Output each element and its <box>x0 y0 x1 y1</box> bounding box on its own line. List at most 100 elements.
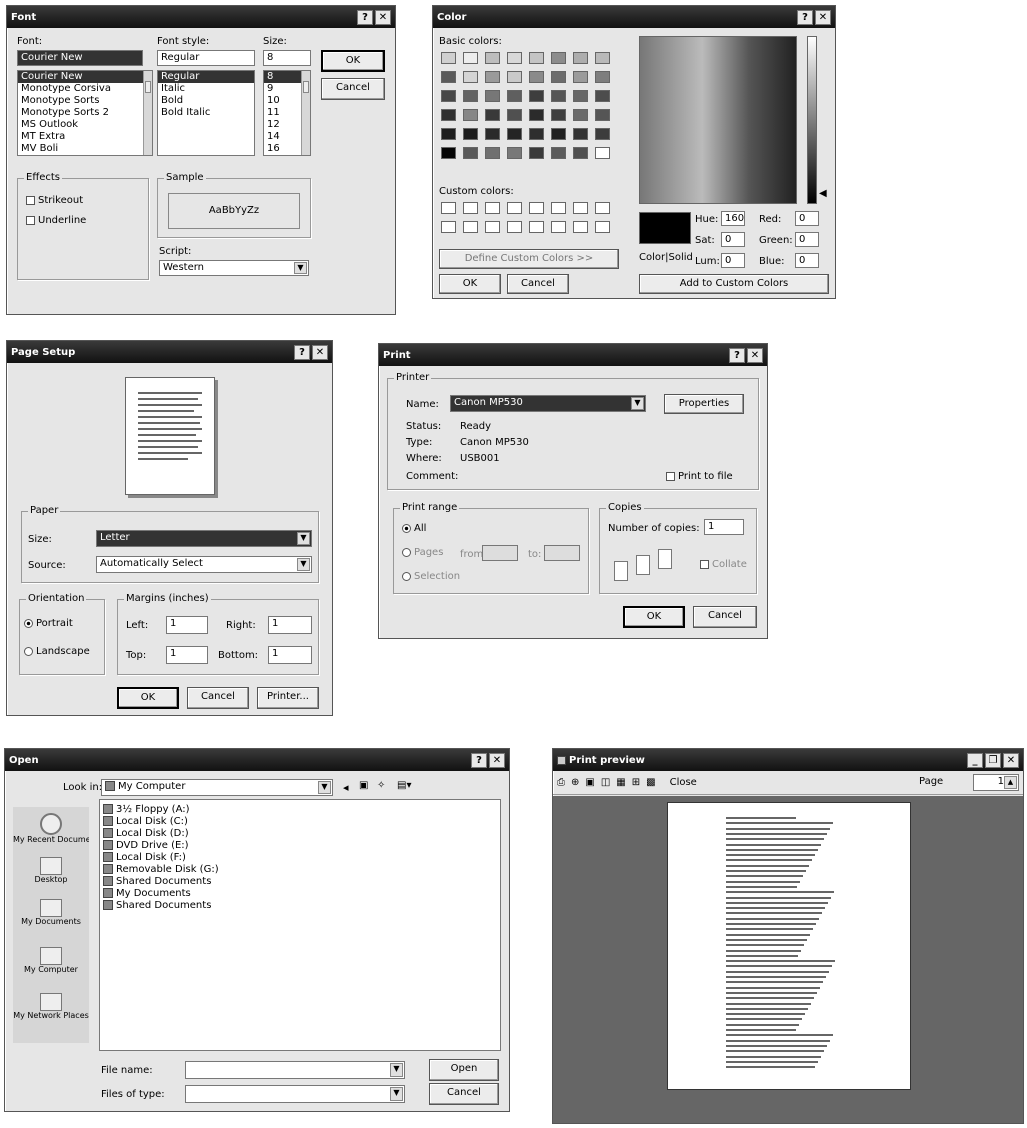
color-swatch[interactable] <box>529 128 544 140</box>
color-swatch[interactable] <box>463 109 478 121</box>
close-preview-button[interactable]: Close <box>670 777 697 788</box>
font-style-list[interactable]: Regular Italic Bold Bold Italic <box>157 70 255 156</box>
color-swatch[interactable] <box>573 71 588 83</box>
custom-color-slot[interactable] <box>441 221 456 233</box>
color-swatch[interactable] <box>441 71 456 83</box>
color-swatch[interactable] <box>529 109 544 121</box>
color-swatch[interactable] <box>485 147 500 159</box>
font-list-item[interactable]: Courier New <box>18 71 152 83</box>
places-my-documents[interactable]: My Documents <box>13 899 89 926</box>
custom-color-slot[interactable] <box>507 202 522 214</box>
copies-input[interactable]: 1 <box>704 519 744 535</box>
color-swatch[interactable] <box>507 128 522 140</box>
close-icon[interactable]: ✕ <box>375 9 391 25</box>
new-folder-icon[interactable]: ✧ <box>377 780 385 791</box>
places-my-computer[interactable]: My Computer <box>13 947 89 974</box>
luminance-arrow-icon[interactable]: ◀ <box>819 188 827 199</box>
lum-input[interactable]: 0 <box>721 253 745 268</box>
font-style-input[interactable]: Regular <box>157 50 255 66</box>
help-icon[interactable]: ? <box>294 344 310 360</box>
color-swatch[interactable] <box>595 128 610 140</box>
file-list-item[interactable]: DVD Drive (E:) <box>100 840 500 852</box>
script-select[interactable]: Western ▼ <box>159 260 309 276</box>
color-swatch[interactable] <box>551 71 566 83</box>
color-swatch[interactable] <box>595 90 610 102</box>
files-of-type-select[interactable]: ▼ <box>185 1085 405 1103</box>
paper-source-select[interactable]: Automatically Select ▼ <box>96 556 312 573</box>
back-icon[interactable]: ◂ <box>343 781 349 794</box>
font-list[interactable]: Courier New Monotype Corsiva Monotype So… <box>17 70 153 156</box>
close-icon[interactable]: ✕ <box>489 752 505 768</box>
printer-name-select[interactable]: Canon MP530 ▼ <box>450 395 646 412</box>
paper-size-select[interactable]: Letter ▼ <box>96 530 312 547</box>
print-icon[interactable]: ⎙ <box>557 777 565 788</box>
color-swatch[interactable] <box>529 52 544 64</box>
custom-color-slot[interactable] <box>551 202 566 214</box>
custom-color-slot[interactable] <box>507 221 522 233</box>
open-button[interactable]: Open <box>429 1059 499 1081</box>
close-icon[interactable]: ✕ <box>312 344 328 360</box>
custom-color-slot[interactable] <box>595 202 610 214</box>
red-input[interactable]: 0 <box>795 211 819 226</box>
places-desktop[interactable]: Desktop <box>13 857 89 884</box>
color-swatch[interactable] <box>507 90 522 102</box>
underline-checkbox[interactable]: Underline <box>26 215 86 226</box>
views-menu-icon[interactable]: ▤▾ <box>397 780 411 791</box>
pages-radio[interactable]: Pages <box>402 547 443 558</box>
color-swatch[interactable] <box>463 90 478 102</box>
color-swatch[interactable] <box>441 90 456 102</box>
color-swatch[interactable] <box>573 52 588 64</box>
custom-color-slot[interactable] <box>463 202 478 214</box>
define-custom-colors-button[interactable]: Define Custom Colors >> <box>439 249 619 269</box>
style-list-item[interactable]: Bold Italic <box>158 107 254 119</box>
color-swatch[interactable] <box>485 90 500 102</box>
custom-color-slot[interactable] <box>485 202 500 214</box>
color-swatch[interactable] <box>485 71 500 83</box>
custom-color-slot[interactable] <box>441 202 456 214</box>
file-list-item[interactable]: Removable Disk (G:) <box>100 864 500 876</box>
file-list-item[interactable]: Local Disk (F:) <box>100 852 500 864</box>
minimize-icon[interactable]: _ <box>967 752 983 768</box>
color-swatch[interactable] <box>441 52 456 64</box>
color-swatch[interactable] <box>507 147 522 159</box>
ok-button[interactable]: OK <box>439 274 501 294</box>
add-to-custom-colors-button[interactable]: Add to Custom Colors <box>639 274 829 294</box>
custom-color-slot[interactable] <box>595 221 610 233</box>
close-icon[interactable]: ✕ <box>1003 752 1019 768</box>
font-list-item[interactable]: Monotype Sorts <box>18 95 152 107</box>
close-icon[interactable]: ✕ <box>815 9 831 25</box>
up-folder-icon[interactable]: ▣ <box>359 780 368 791</box>
color-swatch[interactable] <box>551 147 566 159</box>
color-swatch[interactable] <box>573 109 588 121</box>
custom-color-slot[interactable] <box>551 221 566 233</box>
basic-colors-grid[interactable] <box>441 52 627 172</box>
color-swatch[interactable] <box>551 52 566 64</box>
hue-input[interactable]: 160 <box>721 211 745 226</box>
color-swatch[interactable] <box>551 128 566 140</box>
custom-color-slot[interactable] <box>573 202 588 214</box>
font-list-scrollbar[interactable] <box>143 71 152 155</box>
color-swatch[interactable] <box>463 71 478 83</box>
six-pages-icon[interactable]: ▩ <box>646 777 655 788</box>
color-swatch[interactable] <box>507 71 522 83</box>
bottom-margin-input[interactable]: 1 <box>268 646 312 664</box>
font-size-list[interactable]: 8 9 10 11 12 14 16 <box>263 70 311 156</box>
close-icon[interactable]: ✕ <box>747 347 763 363</box>
printer-button[interactable]: Printer... <box>257 687 319 709</box>
strikeout-checkbox[interactable]: Strikeout <box>26 195 83 206</box>
color-swatch[interactable] <box>463 147 478 159</box>
luminance-slider[interactable] <box>807 36 817 204</box>
zoom-icon[interactable]: ⊕ <box>571 777 579 788</box>
color-swatch[interactable] <box>485 128 500 140</box>
four-pages-icon[interactable]: ⊞ <box>632 777 640 788</box>
page-number-input[interactable]: 1 ▲ <box>973 774 1019 791</box>
help-icon[interactable]: ? <box>729 347 745 363</box>
properties-button[interactable]: Properties <box>664 394 744 414</box>
file-list-item[interactable]: My Documents <box>100 888 500 900</box>
color-swatch[interactable] <box>595 71 610 83</box>
file-list-item[interactable]: Shared Documents <box>100 900 500 912</box>
restore-icon[interactable]: ❐ <box>985 752 1001 768</box>
font-list-item[interactable]: MS Outlook <box>18 119 152 131</box>
file-list-item[interactable]: Local Disk (C:) <box>100 816 500 828</box>
style-list-item[interactable]: Regular <box>158 71 254 83</box>
